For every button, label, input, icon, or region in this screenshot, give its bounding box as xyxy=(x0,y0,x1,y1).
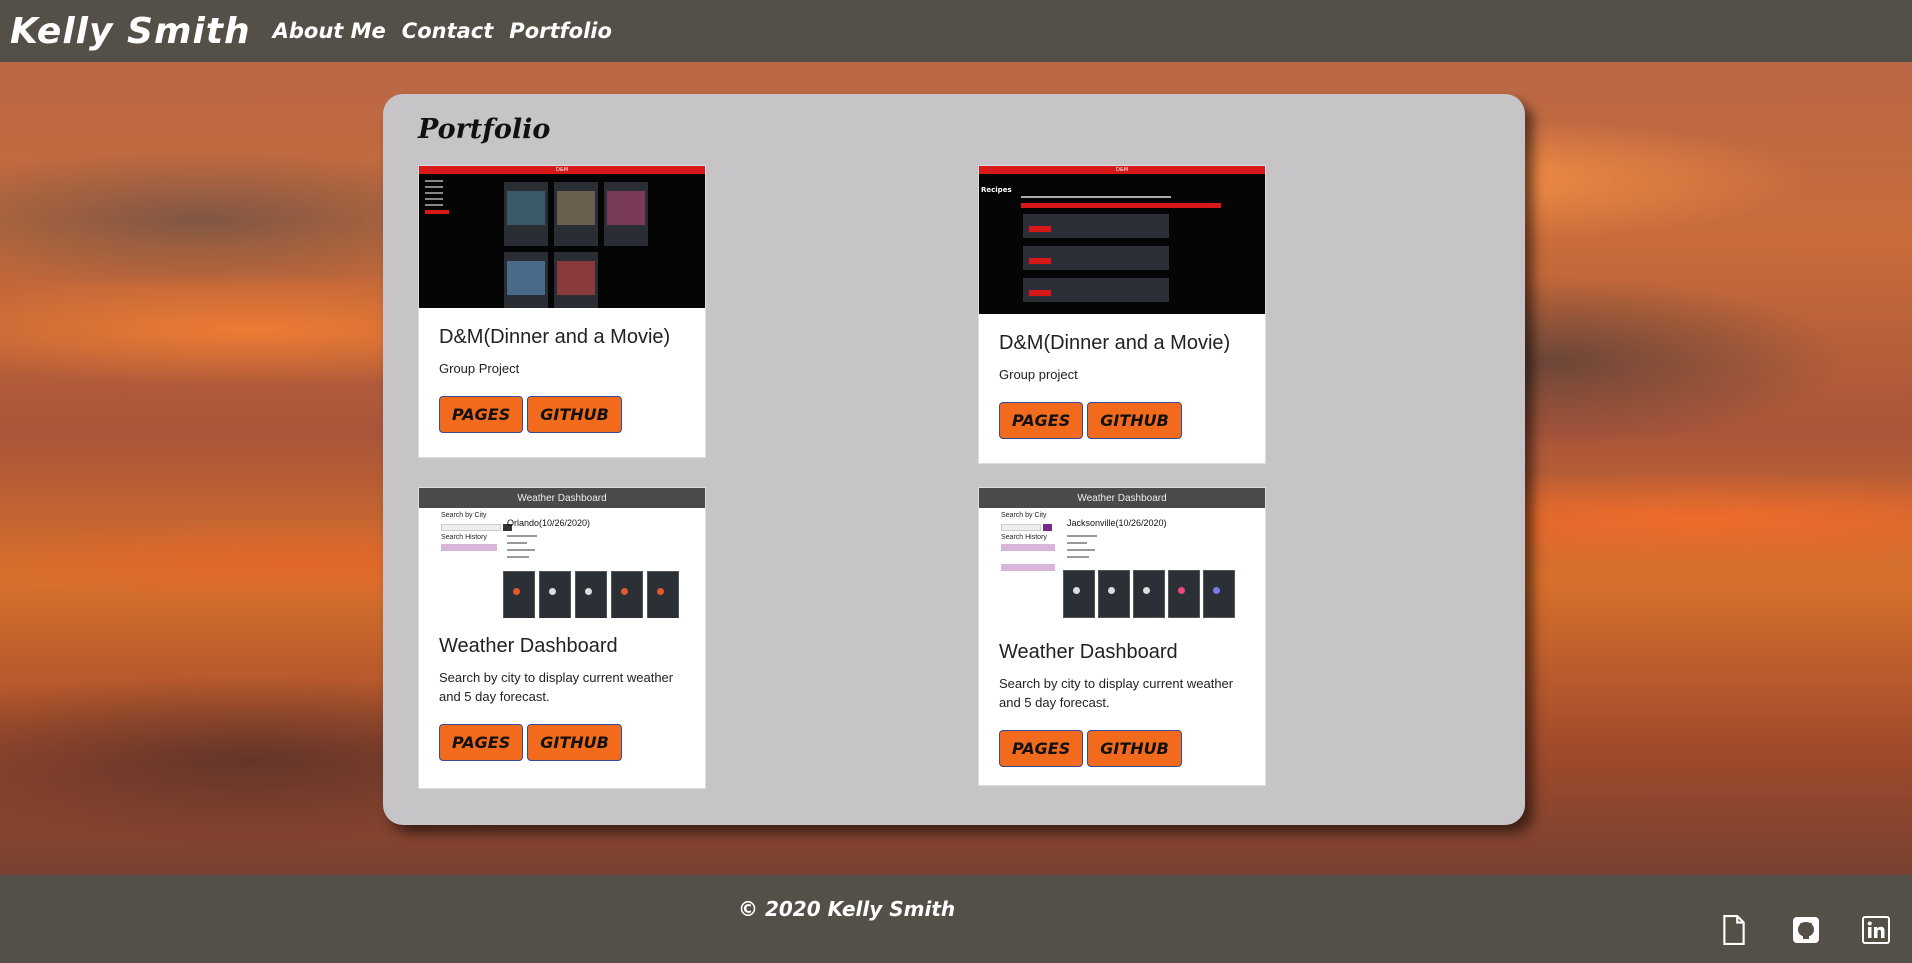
thumb-history-label: Search History xyxy=(1001,534,1047,541)
github-button[interactable]: GITHUB xyxy=(527,724,622,761)
thumb-detail-line xyxy=(507,556,529,558)
linkedin-icon[interactable] xyxy=(1862,915,1890,945)
nav-link-about-me[interactable]: About Me xyxy=(273,19,386,43)
thumb-detail-line xyxy=(507,549,535,551)
thumb-detail-line xyxy=(1067,556,1089,558)
thumb-header: D&M xyxy=(419,166,705,174)
thumb-subtitle-line xyxy=(1021,196,1171,198)
thumb-forecast-day xyxy=(539,571,571,618)
card-text: Search by city to display current weathe… xyxy=(439,670,674,704)
github-button[interactable]: GITHUB xyxy=(527,396,622,433)
thumb-header: D&M xyxy=(979,166,1265,174)
thumb-history-item xyxy=(1001,564,1055,571)
card-text: Search by city to display current weathe… xyxy=(999,676,1234,710)
card-buttons: PAGES GITHUB xyxy=(439,396,685,433)
thumb-heading: Recipes xyxy=(981,186,1012,194)
github-button[interactable]: GITHUB xyxy=(1087,730,1182,767)
thumb-recipe-item xyxy=(1023,278,1169,302)
card-body: D&M(Dinner and a Movie) Group Project PA… xyxy=(419,308,705,433)
card-body: Weather Dashboard Search by city to disp… xyxy=(979,618,1265,767)
project-screenshot: Weather Dashboard Search by City Search … xyxy=(419,488,705,618)
thumb-forecast-day xyxy=(575,571,607,618)
thumb-tabs xyxy=(1021,203,1221,208)
thumb-header: Weather Dashboard xyxy=(979,488,1265,508)
thumb-history-label: Search History xyxy=(441,534,487,541)
thumb-header-text: D&M xyxy=(1115,167,1129,173)
thumb-forecast-day xyxy=(1168,570,1200,618)
card-body: D&M(Dinner and a Movie) Group project PA… xyxy=(979,314,1265,439)
nav-link-contact[interactable]: Contact xyxy=(402,19,494,43)
thumb-recipe-item xyxy=(1023,246,1169,270)
card-buttons: PAGES GITHUB xyxy=(439,724,685,761)
thumb-search-input xyxy=(441,524,501,531)
pages-button[interactable]: PAGES xyxy=(439,724,524,761)
portfolio-panel: Portfolio D&M D&M(Dinner and a Movie) Gr… xyxy=(383,94,1525,825)
github-icon[interactable] xyxy=(1792,915,1820,945)
thumb-search-input xyxy=(1001,524,1041,531)
thumb-movie-grid xyxy=(504,182,648,308)
thumb-city-title: Orlando(10/26/2020) xyxy=(507,518,591,528)
thumb-forecast-day xyxy=(1063,570,1095,618)
navbar: Kelly Smith About Me Contact Portfolio xyxy=(0,0,1912,62)
thumb-search-button xyxy=(1043,524,1052,531)
thumb-forecast-day xyxy=(1203,570,1235,618)
github-button[interactable]: GITHUB xyxy=(1087,402,1182,439)
pages-button[interactable]: PAGES xyxy=(999,730,1084,767)
thumb-detail-line xyxy=(507,535,537,537)
project-card: Weather Dashboard Search by City Search … xyxy=(978,487,1266,786)
thumb-forecast-day xyxy=(1133,570,1165,618)
page-title: Portfolio xyxy=(418,114,551,145)
card-title: Weather Dashboard xyxy=(999,641,1178,663)
pages-button[interactable]: PAGES xyxy=(999,402,1084,439)
thumb-recipe-item xyxy=(1023,214,1169,238)
thumb-header-text: D&M xyxy=(555,167,569,173)
thumb-search-label: Search by City xyxy=(1001,512,1047,519)
project-screenshot: D&M Recipes xyxy=(979,166,1265,314)
thumb-detail-line xyxy=(1067,535,1097,537)
card-text: Group project xyxy=(999,367,1078,382)
project-card: D&M Recipes D&M(Dinner and a Movie) Grou… xyxy=(978,165,1266,464)
project-card: Weather Dashboard Search by City Search … xyxy=(418,487,706,789)
project-screenshot: D&M xyxy=(419,166,705,308)
thumb-forecast-day xyxy=(1098,570,1130,618)
thumb-history-item xyxy=(441,544,497,551)
card-body: Weather Dashboard Search by city to disp… xyxy=(419,618,705,761)
copyright-text: © 2020 Kelly Smith xyxy=(738,897,956,921)
card-text: Group Project xyxy=(439,361,520,376)
brand-name[interactable]: Kelly Smith xyxy=(10,11,251,52)
thumb-forecast-day xyxy=(503,571,535,618)
thumb-search-label: Search by City xyxy=(441,512,487,519)
thumb-detail-line xyxy=(507,542,527,544)
thumb-detail-line xyxy=(1067,549,1095,551)
footer: © 2020 Kelly Smith xyxy=(0,875,1912,963)
thumb-detail-line xyxy=(1067,542,1087,544)
thumb-history-item xyxy=(1001,544,1055,551)
card-buttons: PAGES GITHUB xyxy=(999,402,1245,439)
nav-link-portfolio[interactable]: Portfolio xyxy=(509,19,612,43)
thumb-city-title: Jacksonville(10/26/2020) xyxy=(1067,518,1167,528)
thumb-sidebar xyxy=(425,180,453,218)
card-buttons: PAGES GITHUB xyxy=(999,730,1245,767)
thumb-forecast-day xyxy=(611,571,643,618)
project-card: D&M D&M(Dinner and a Movie) Group Projec… xyxy=(418,165,706,458)
card-title: Weather Dashboard xyxy=(439,635,618,657)
file-icon[interactable] xyxy=(1720,915,1748,945)
pages-button[interactable]: PAGES xyxy=(439,396,524,433)
project-screenshot: Weather Dashboard Search by City Search … xyxy=(979,488,1265,618)
card-title: D&M(Dinner and a Movie) xyxy=(999,332,1231,354)
thumb-header: Weather Dashboard xyxy=(419,488,705,508)
thumb-forecast-day xyxy=(647,571,679,618)
card-title: D&M(Dinner and a Movie) xyxy=(439,326,671,348)
